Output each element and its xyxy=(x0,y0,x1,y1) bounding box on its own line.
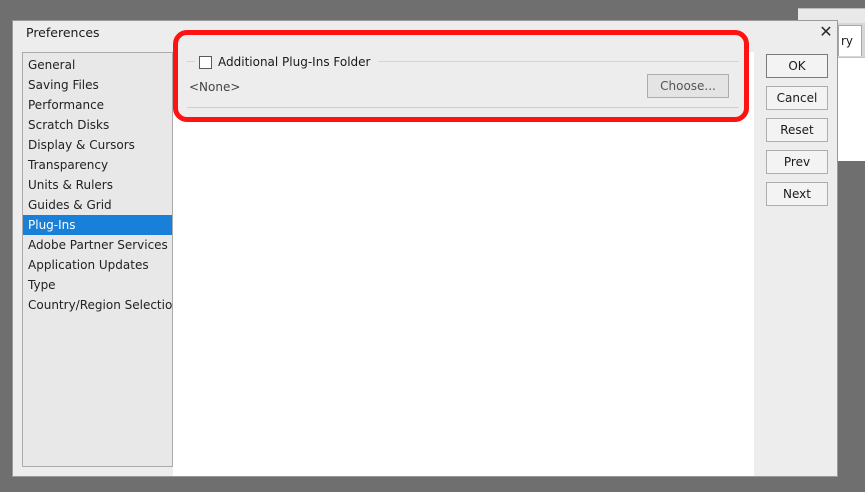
sidebar-item-plug-ins[interactable]: Plug-Ins xyxy=(23,215,172,235)
plug-ins-panel: Additional Plug-Ins Folder <None> Choose… xyxy=(173,30,754,476)
sidebar-item-scratch-disks[interactable]: Scratch Disks xyxy=(23,115,172,135)
sidebar-item-application-updates[interactable]: Application Updates xyxy=(23,255,172,275)
sidebar-item-units-rulers[interactable]: Units & Rulers xyxy=(23,175,172,195)
plug-ins-folder-group: Additional Plug-Ins Folder <None> Choose… xyxy=(187,54,739,108)
cancel-button[interactable]: Cancel xyxy=(766,86,828,110)
plug-ins-folder-path: <None> xyxy=(189,80,241,94)
group-header: Additional Plug-Ins Folder xyxy=(195,54,379,70)
background-tab[interactable]: ry xyxy=(838,25,862,56)
sidebar-item-saving-files[interactable]: Saving Files xyxy=(23,75,172,95)
sidebar-item-performance[interactable]: Performance xyxy=(23,95,172,115)
additional-plug-ins-folder-checkbox[interactable] xyxy=(199,55,212,69)
ok-button[interactable]: OK xyxy=(766,54,828,78)
sidebar-item-display-cursors[interactable]: Display & Cursors xyxy=(23,135,172,155)
preferences-category-list[interactable]: General Saving Files Performance Scratch… xyxy=(22,52,180,467)
dialog-title: Preferences xyxy=(26,25,100,40)
sidebar-item-guides-grid[interactable]: Guides & Grid xyxy=(23,195,172,215)
background-panel xyxy=(834,58,865,161)
next-button[interactable]: Next xyxy=(766,182,828,206)
close-icon[interactable]: ✕ xyxy=(817,23,835,41)
prev-button[interactable]: Prev xyxy=(766,150,828,174)
reset-button[interactable]: Reset xyxy=(766,118,828,142)
preferences-dialog: Preferences ✕ General Saving Files Perfo… xyxy=(12,20,838,477)
choose-button[interactable]: Choose... xyxy=(647,74,729,98)
sidebar-item-type[interactable]: Type xyxy=(23,275,172,295)
additional-plug-ins-folder-label[interactable]: Additional Plug-Ins Folder xyxy=(218,54,370,70)
sidebar-item-general[interactable]: General xyxy=(23,55,172,75)
sidebar-item-country-region-selection[interactable]: Country/Region Selection xyxy=(23,295,180,315)
sidebar-item-transparency[interactable]: Transparency xyxy=(23,155,172,175)
highlight-annotation: Additional Plug-Ins Folder <None> Choose… xyxy=(173,30,749,122)
sidebar-item-adobe-partner-services[interactable]: Adobe Partner Services xyxy=(23,235,172,255)
